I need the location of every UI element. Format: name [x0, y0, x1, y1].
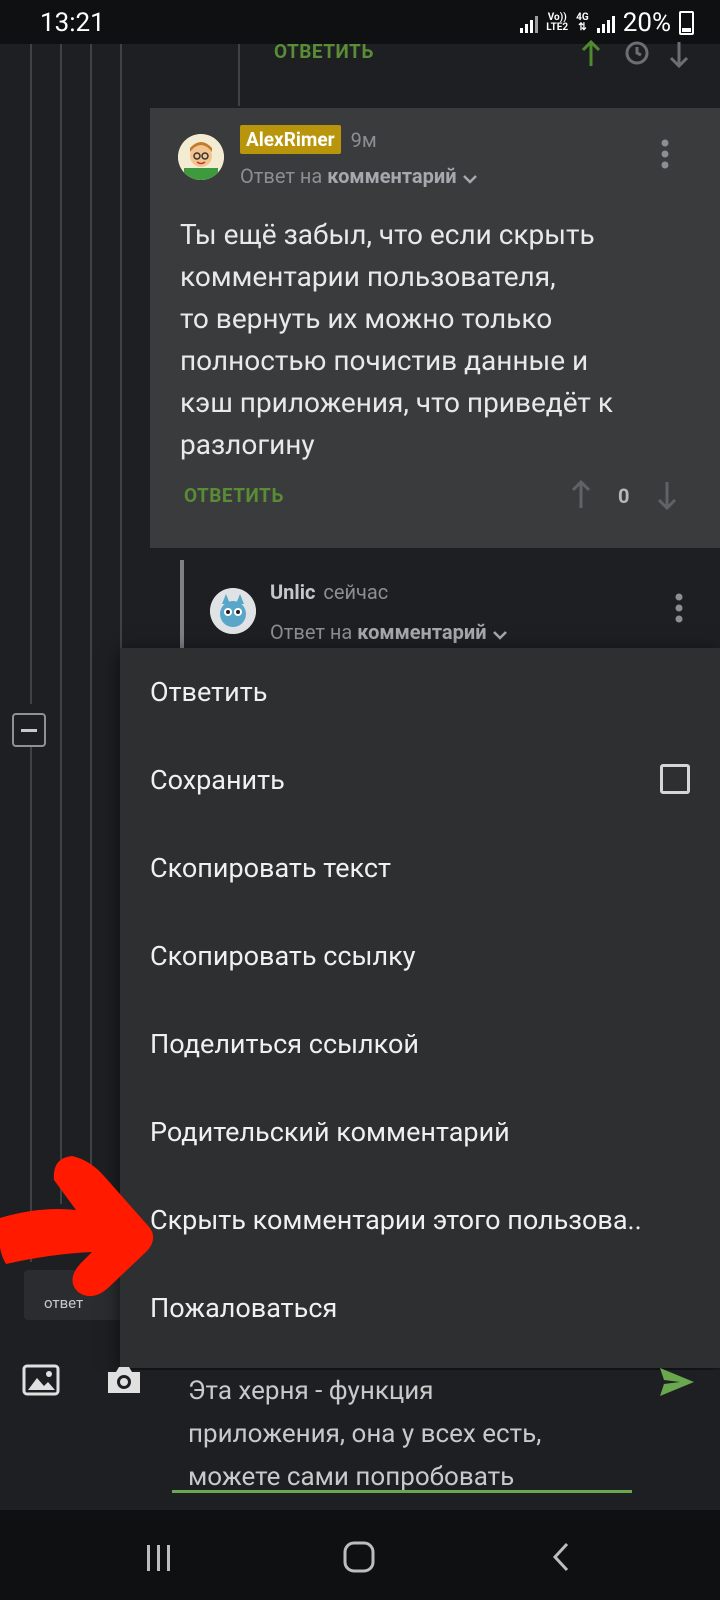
minus-icon [21, 729, 37, 732]
menu-item-reply[interactable]: Ответить [120, 648, 720, 736]
menu-item-save[interactable]: Сохранить [120, 736, 720, 824]
collapse-thread-button[interactable] [12, 713, 46, 747]
comment-rating: 0 [618, 484, 630, 508]
comment-card[interactable]: AlexRimer 9м Ответ на комментарий Ты ещё… [150, 108, 720, 548]
back-icon[interactable] [550, 1542, 572, 1572]
menu-item-share-link[interactable]: Поделиться ссылкой [120, 1000, 720, 1088]
volte-indicator: Vo)) LTE2 [546, 12, 569, 33]
network-type-indicator: 4G ⇅ [576, 12, 589, 33]
comment-author[interactable]: AlexRimer [240, 125, 341, 154]
signal-icon [520, 13, 539, 33]
send-icon[interactable] [658, 1366, 696, 1398]
more-options-icon[interactable] [658, 138, 672, 172]
input-underline [172, 1490, 632, 1493]
chevron-down-icon [492, 622, 508, 646]
red-arrow-annotation [0, 1140, 170, 1310]
nested-thread-line [180, 560, 184, 650]
thread-line [60, 44, 62, 1204]
status-time: 13:21 [40, 8, 105, 38]
menu-item-copy-link[interactable]: Скопировать ссылку [120, 912, 720, 1000]
history-icon[interactable] [624, 40, 650, 66]
reply-link-previous[interactable]: ОТВЕТИТЬ [274, 40, 374, 63]
nested-reply-to-link[interactable]: Ответ на комментарий [270, 620, 508, 646]
nested-more-options-icon[interactable] [672, 592, 686, 626]
nested-comment-author[interactable]: Unlic [270, 580, 315, 604]
gallery-icon[interactable] [22, 1364, 60, 1396]
reply-to-link[interactable]: Ответ на комментарий [240, 164, 478, 190]
camera-icon[interactable] [104, 1364, 144, 1396]
menu-item-copy-text[interactable]: Скопировать текст [120, 824, 720, 912]
comment-time: 9м [350, 127, 377, 152]
thread-line [30, 44, 32, 704]
comment-text: Ты ещё забыл, что если скрыть комментари… [180, 218, 613, 461]
context-menu: Ответить Сохранить Скопировать текст Ско… [120, 648, 720, 1368]
nested-comment-time: сейчас [323, 580, 389, 604]
menu-item-report[interactable]: Пожаловаться [120, 1264, 720, 1352]
system-nav-bar [0, 1510, 720, 1600]
thread-line [90, 44, 92, 1184]
status-bar: 13:21 Vo)) LTE2 4G ⇅ 20% [0, 0, 720, 44]
menu-item-hide-user-comments[interactable]: Скрыть комментарии этого пользова.. [120, 1176, 720, 1264]
status-icons: Vo)) LTE2 4G ⇅ 20% [520, 8, 694, 38]
downvote-icon[interactable] [668, 40, 690, 69]
signal-icon-2 [596, 13, 615, 33]
battery-icon [679, 11, 694, 35]
save-checkbox[interactable] [660, 764, 690, 794]
battery-percent: 20% [622, 8, 671, 38]
avatar[interactable] [210, 588, 256, 634]
menu-item-parent-comment[interactable]: Родительский комментарий [120, 1088, 720, 1176]
chevron-down-icon [462, 166, 478, 190]
upvote-icon[interactable] [580, 39, 602, 68]
avatar[interactable] [178, 134, 224, 180]
thread-line [238, 44, 240, 106]
upvote-icon[interactable] [570, 479, 592, 510]
recent-apps-icon[interactable] [144, 1542, 174, 1572]
comment-input[interactable]: Эта херня - функция приложения, она у вс… [188, 1370, 638, 1499]
home-icon[interactable] [342, 1540, 376, 1574]
reply-link[interactable]: ОТВЕТИТЬ [184, 484, 284, 507]
downvote-icon[interactable] [656, 480, 678, 511]
